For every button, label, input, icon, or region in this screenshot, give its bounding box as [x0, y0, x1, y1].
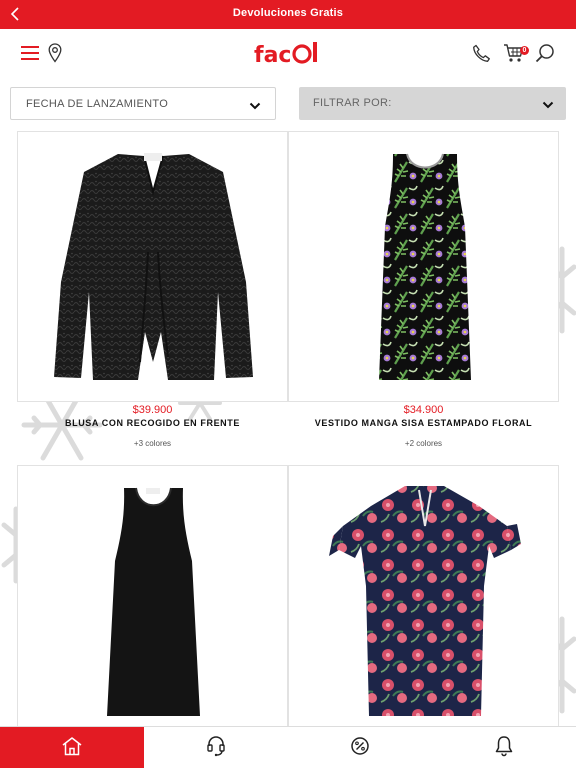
- menu-icon[interactable]: [20, 43, 40, 63]
- product-colors: +2 colores: [404, 439, 443, 448]
- product-card[interactable]: [17, 465, 288, 727]
- header: fac: [0, 29, 576, 79]
- product-name[interactable]: VESTIDO MANGA SISA ESTAMPADO FLORAL: [288, 418, 559, 428]
- product-price: $34.900: [403, 404, 444, 416]
- location-pin-icon[interactable]: [46, 42, 64, 64]
- product-photo-floral-blouse: [329, 486, 521, 716]
- product-colors: +3 colores: [133, 439, 172, 448]
- brand-logo-graphic: fac: [254, 42, 317, 68]
- promo-title[interactable]: Devoluciones Gratis: [0, 7, 576, 19]
- sort-dropdown[interactable]: FECHA DE LANZAMIENTO: [10, 87, 276, 120]
- product-photo-blouse: [54, 153, 253, 380]
- discount-icon: [350, 736, 370, 761]
- product-image[interactable]: [288, 465, 559, 727]
- product-image[interactable]: [17, 465, 288, 727]
- phone-icon[interactable]: [471, 43, 491, 63]
- tab-discounts[interactable]: [288, 727, 432, 768]
- product-card[interactable]: $34.900 VESTIDO MANGA SISA ESTAMPADO FLO…: [288, 131, 559, 461]
- product-photo-floral-dress: [379, 153, 471, 380]
- tab-notifications[interactable]: [432, 727, 576, 768]
- product-photo-black-dress: [107, 487, 200, 716]
- product-price: $39.900: [132, 404, 173, 416]
- filter-dropdown[interactable]: FILTRAR POR:: [299, 87, 566, 120]
- filter-label: FILTRAR POR:: [313, 97, 392, 109]
- bottom-nav: [0, 726, 576, 768]
- home-icon: [61, 736, 83, 761]
- chevron-down-icon: [542, 97, 554, 115]
- product-card[interactable]: [288, 465, 559, 727]
- product-image[interactable]: [288, 131, 559, 402]
- product-name[interactable]: BLUSA CON RECOGIDO EN FRENTE: [17, 418, 288, 428]
- search-icon[interactable]: [534, 42, 556, 64]
- product-image[interactable]: [17, 131, 288, 402]
- headset-icon: [206, 735, 226, 762]
- tab-home[interactable]: [0, 727, 144, 768]
- sort-label: FECHA DE LANZAMIENTO: [26, 98, 169, 110]
- chevron-down-icon: [249, 98, 261, 116]
- brand-logo[interactable]: fac: [252, 39, 324, 69]
- product-card[interactable]: $39.900 BLUSA CON RECOGIDO EN FRENTE +3 …: [17, 131, 288, 461]
- promo-bar: Devoluciones Gratis: [0, 0, 576, 29]
- bell-icon: [494, 735, 514, 762]
- svg-text:fac: fac: [254, 43, 291, 68]
- cart-count-badge: 0: [520, 46, 529, 55]
- tab-support[interactable]: [144, 727, 288, 768]
